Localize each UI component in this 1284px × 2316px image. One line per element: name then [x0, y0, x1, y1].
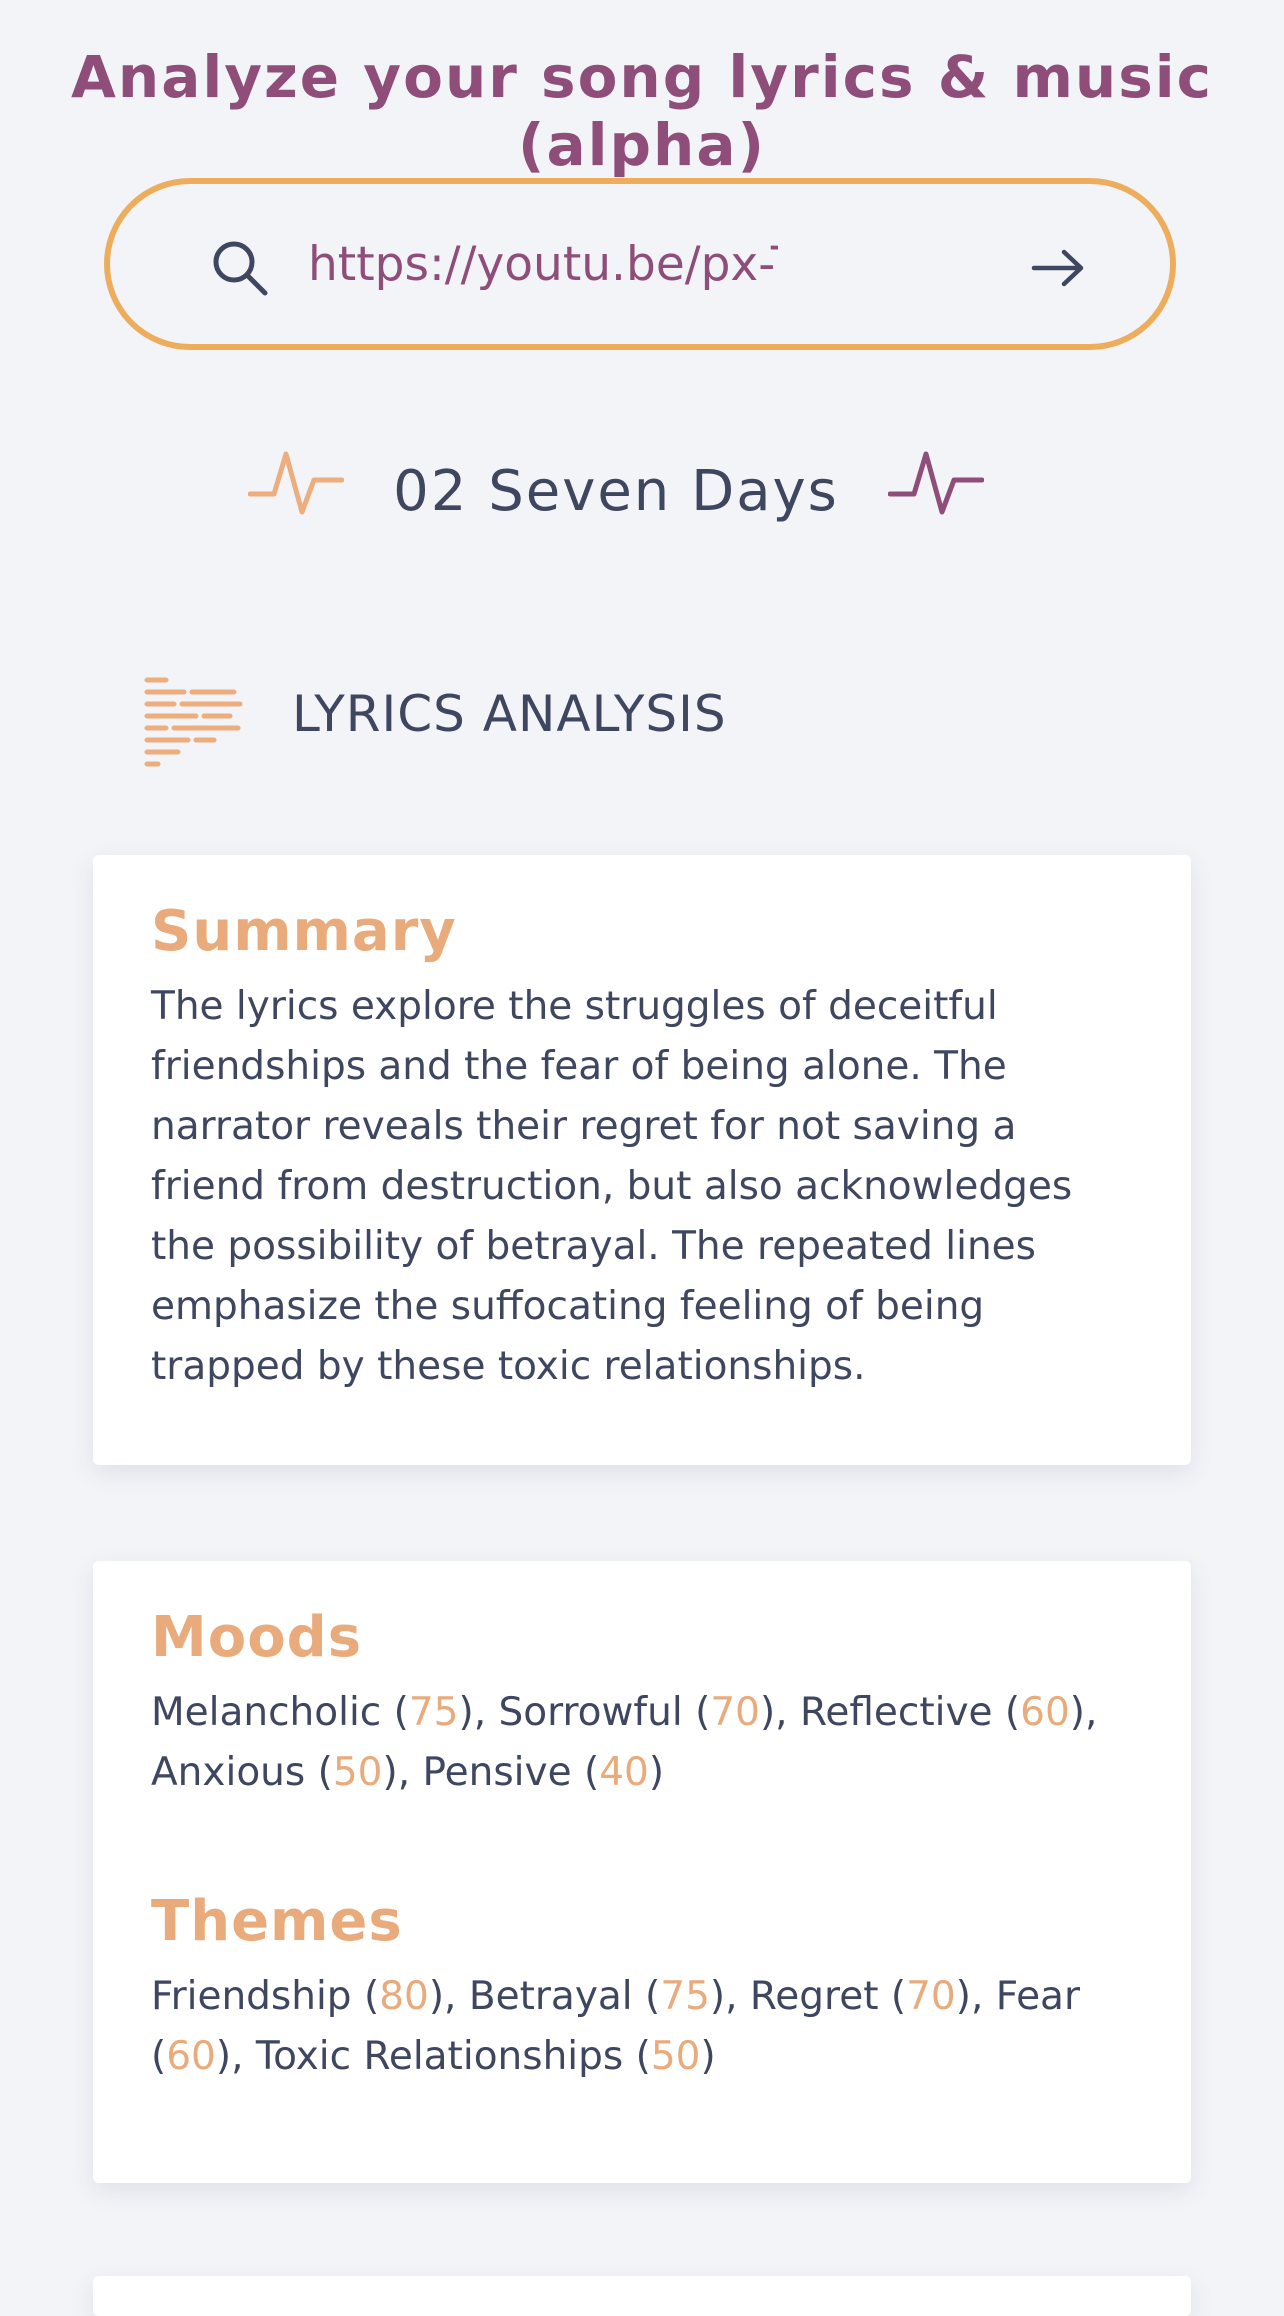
pulse-icon — [247, 442, 345, 518]
submit-button[interactable] — [1028, 238, 1088, 298]
section-title: LYRICS ANALYSIS — [292, 685, 727, 743]
themes-heading: Themes — [151, 1889, 403, 1954]
tag-score: 70 — [906, 1974, 956, 2019]
tag-label: Sorrowful — [498, 1690, 683, 1735]
tag-item: Betrayal (75), — [468, 1974, 750, 2019]
tag-item: Reflective (60), — [799, 1690, 1098, 1735]
search-input[interactable] — [308, 220, 778, 308]
tag-score: 60 — [166, 2034, 216, 2079]
search-icon — [210, 238, 270, 298]
tag-score: 60 — [1020, 1690, 1070, 1735]
tag-item: Melancholic (75), — [151, 1690, 499, 1735]
summary-heading: Summary — [151, 899, 457, 964]
next-card — [93, 2276, 1191, 2316]
tag-label: Friendship — [151, 1974, 352, 2019]
tag-item: Toxic Relationships (50) — [255, 2034, 716, 2079]
moods-heading: Moods — [151, 1605, 363, 1670]
tag-score: 50 — [650, 2034, 701, 2079]
lyrics-analysis-header: LYRICS ANALYSIS — [144, 670, 1144, 770]
themes-list: Friendship (80), Betrayal (75), Regret (… — [151, 1967, 1133, 2087]
tag-label: Melancholic — [151, 1690, 382, 1735]
tag-item: Sorrowful (70), — [498, 1690, 800, 1735]
lyrics-lines-icon — [144, 676, 244, 770]
track-title: 02 Seven Days — [393, 459, 839, 524]
tag-score: 80 — [379, 1974, 429, 2019]
tag-score: 75 — [408, 1690, 459, 1735]
tag-score: 40 — [599, 1750, 649, 1795]
tag-label: Betrayal — [468, 1974, 633, 2019]
moods-list: Melancholic (75), Sorrowful (70), Reflec… — [151, 1683, 1133, 1803]
tag-score: 70 — [710, 1690, 760, 1735]
tag-label: Regret — [749, 1974, 879, 2019]
summary-text: The lyrics explore the struggles of dece… — [151, 984, 1073, 1389]
page-title: Analyze your song lyrics & music (alpha) — [71, 42, 1213, 179]
tag-score: 50 — [332, 1750, 383, 1795]
tag-label: Anxious — [151, 1750, 306, 1795]
tag-item: Friendship (80), — [151, 1974, 469, 2019]
tag-item: Anxious (50), — [151, 1750, 423, 1795]
tag-label: Pensive — [422, 1750, 572, 1795]
tag-item: Pensive (40) — [422, 1750, 665, 1795]
track-header: 02 Seven Days — [0, 432, 1284, 552]
tag-label: Reflective — [799, 1690, 993, 1735]
tag-item: Regret (70), — [749, 1974, 996, 2019]
tag-label: Toxic Relationships — [255, 2034, 624, 2079]
search-bar[interactable] — [104, 178, 1176, 350]
pulse-icon — [887, 442, 985, 518]
summary-card: Summary The lyrics explore the struggles… — [93, 855, 1191, 1465]
moods-themes-card: Moods Melancholic (75), Sorrowful (70), … — [93, 1561, 1191, 2183]
arrow-right-icon — [1031, 249, 1084, 287]
tag-label: Fear — [995, 1974, 1080, 2019]
tag-score: 75 — [660, 1974, 710, 2019]
